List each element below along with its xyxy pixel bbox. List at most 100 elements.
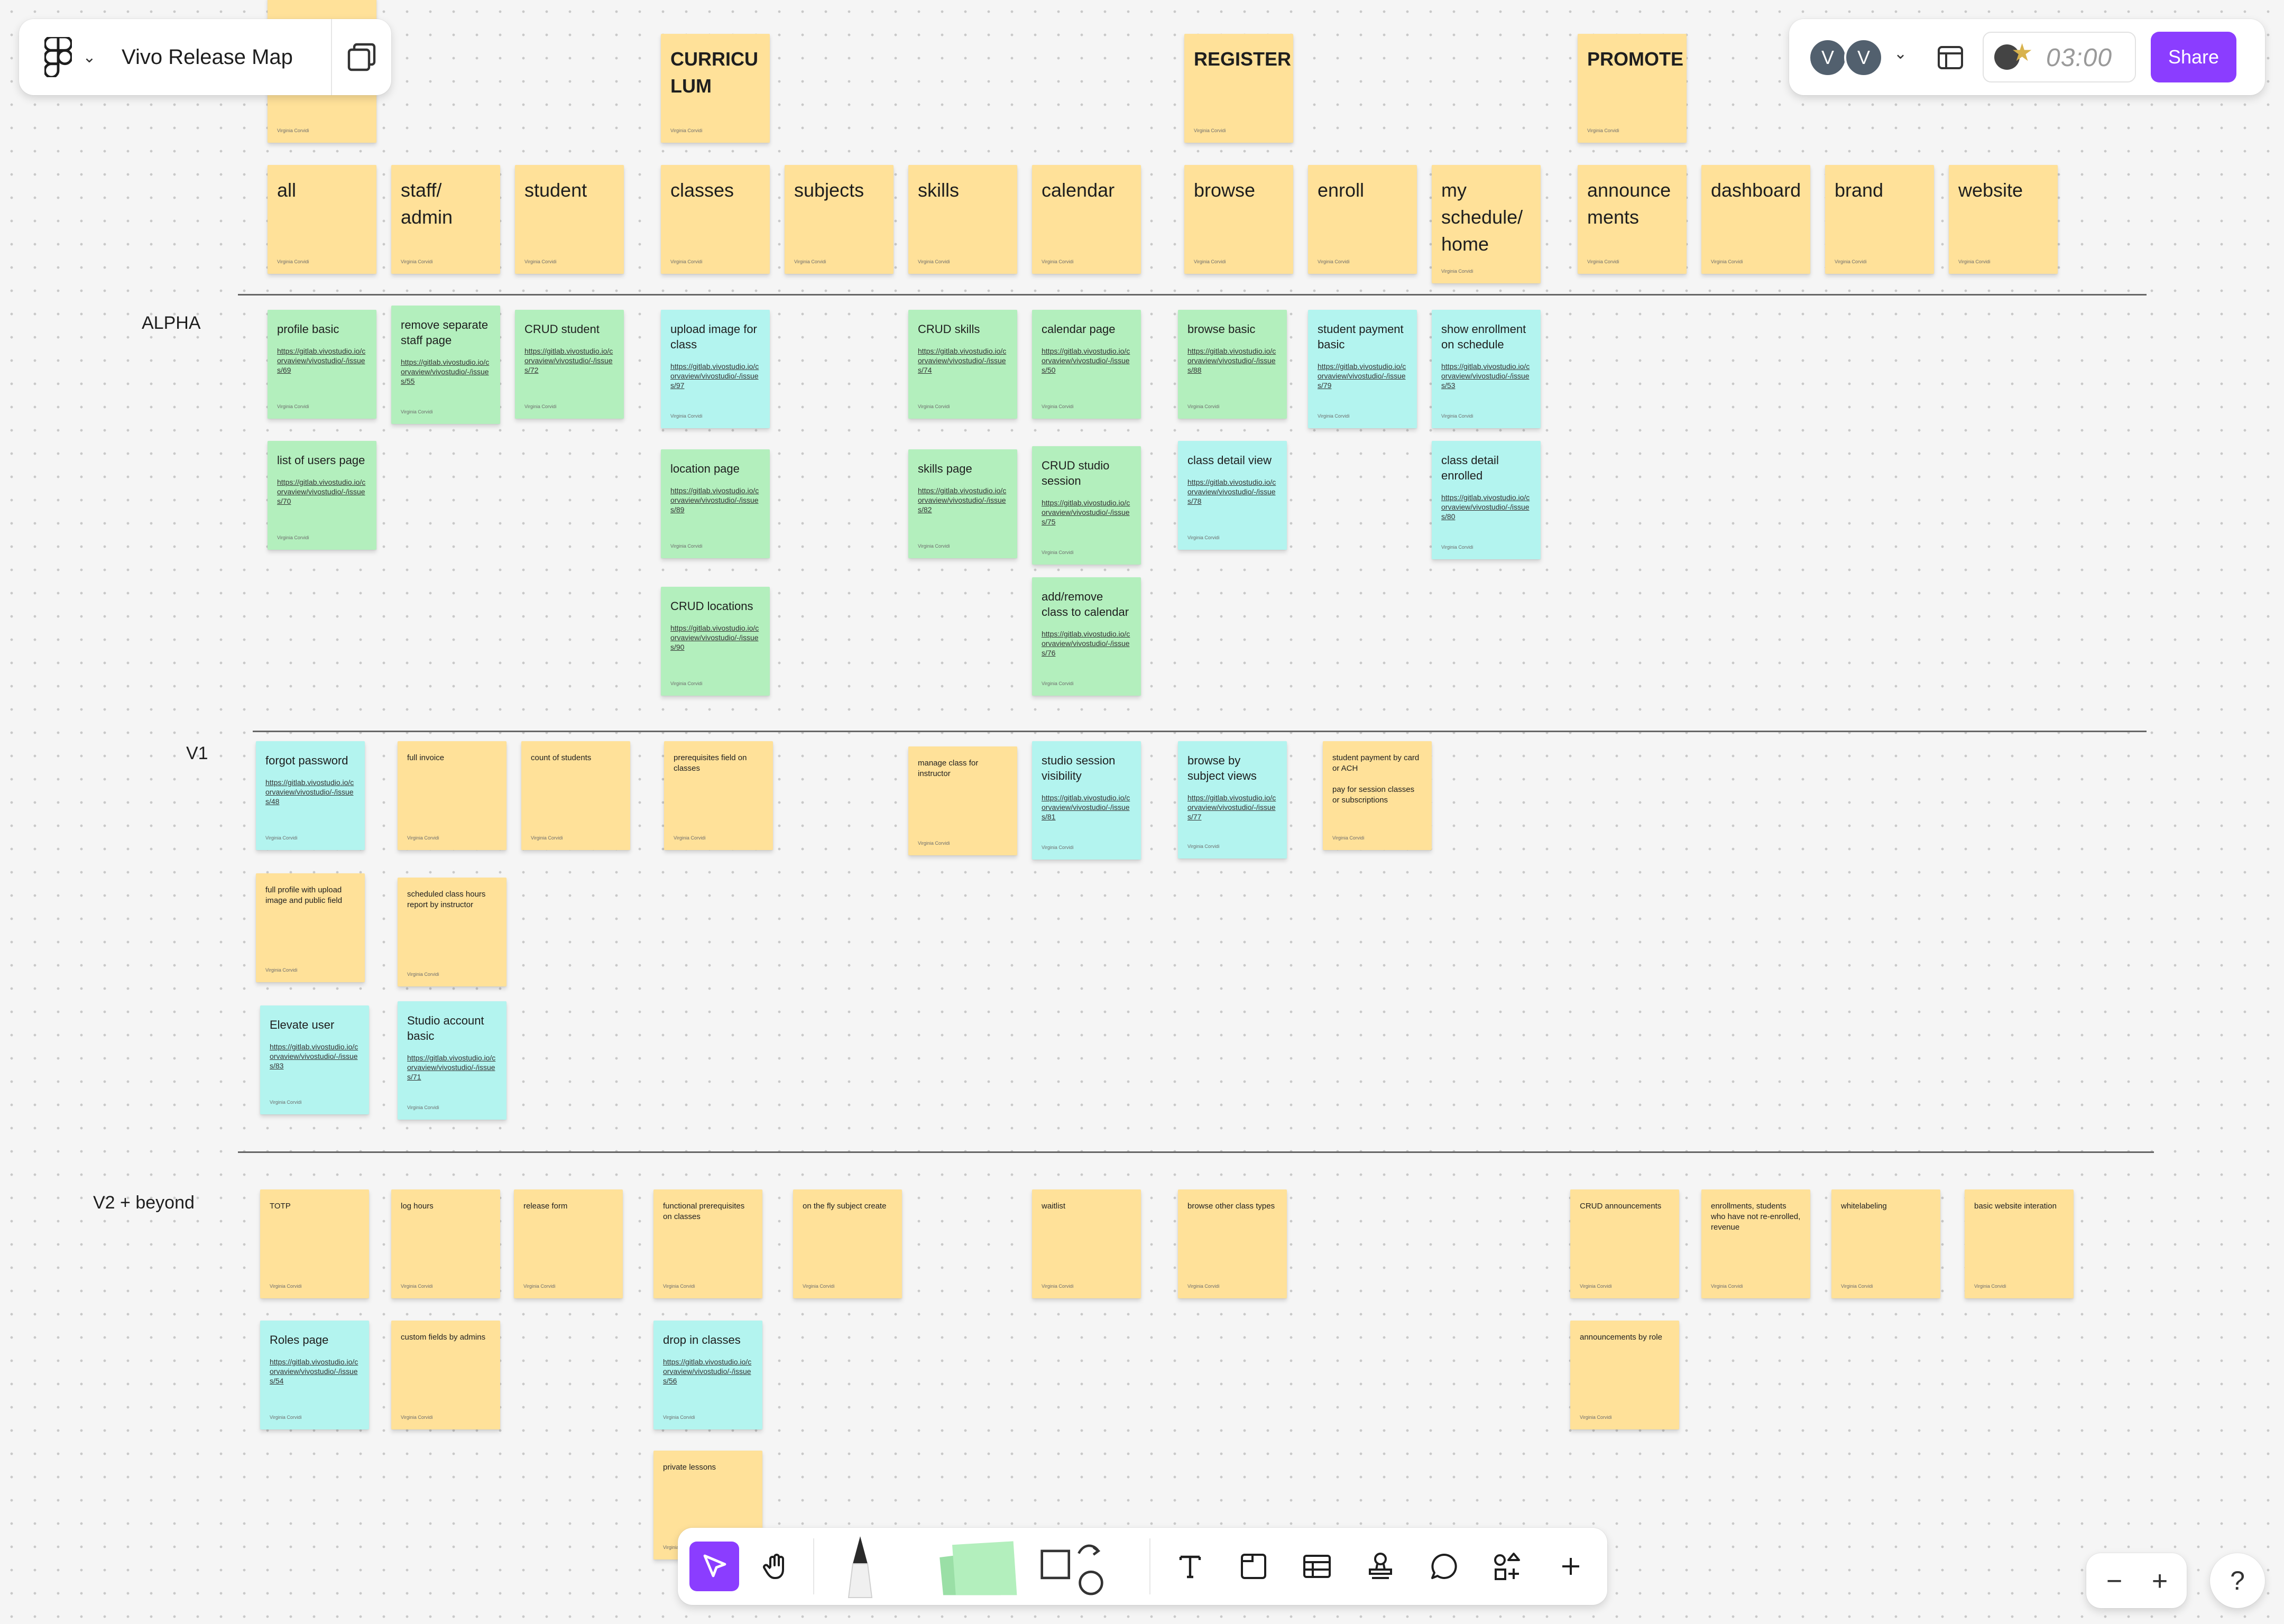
chevron-down-icon[interactable]: ⌄ (1894, 44, 1907, 63)
story-sticky[interactable]: custom fields by admins Virginia Corvidi (391, 1321, 500, 1429)
story-sticky[interactable]: TOTP Virginia Corvidi (260, 1189, 369, 1298)
issue-link[interactable]: https://gitlab.vivostudio.io/corvaview/v… (1187, 477, 1277, 506)
story-sticky[interactable]: whitelabeling Virginia Corvidi (1831, 1189, 1940, 1298)
issue-link[interactable]: https://gitlab.vivostudio.io/corvaview/v… (1318, 362, 1407, 390)
story-sticky[interactable]: scheduled class hours report by instruct… (398, 878, 506, 986)
widgets-tool[interactable] (1482, 1542, 1532, 1591)
story-sticky[interactable]: class detail view https://gitlab.vivostud… (1178, 441, 1287, 550)
category-sticky[interactable]: my schedule/ home Virginia Corvidi (1432, 165, 1541, 283)
story-sticky[interactable]: skills page https://gitlab.vivostudio.io/… (908, 449, 1017, 558)
story-sticky[interactable]: show enrollment on schedule https://gitla… (1432, 310, 1541, 428)
issue-link[interactable]: https://gitlab.vivostudio.io/corvaview/v… (277, 477, 367, 506)
file-title[interactable]: Vivo Release Map (122, 45, 293, 69)
story-sticky[interactable]: waitlist Virginia Corvidi (1032, 1189, 1141, 1298)
pages-icon[interactable] (335, 31, 388, 84)
category-sticky[interactable]: enroll Virginia Corvidi (1308, 165, 1417, 274)
story-sticky[interactable]: basic website interation Virginia Corvidi (1965, 1189, 2074, 1298)
story-sticky[interactable]: functional prerequisites on classes Virgi… (653, 1189, 762, 1298)
sticky-note-tool[interactable] (926, 1532, 1032, 1601)
story-sticky[interactable]: announcements by role Virginia Corvidi (1570, 1321, 1679, 1429)
story-sticky[interactable]: release form Virginia Corvidi (514, 1189, 623, 1298)
whiteboard-canvas[interactable]: Virginia Corvidi CURRICU LUM Virginia Co… (0, 0, 2284, 1624)
story-sticky[interactable]: class detail enrolled https://gitlab.vivo… (1432, 441, 1541, 559)
figma-logo-icon[interactable] (44, 36, 76, 78)
story-sticky[interactable]: manage class for instructor Virginia Corv… (908, 746, 1017, 855)
issue-link[interactable]: https://gitlab.vivostudio.io/corvaview/v… (265, 778, 355, 806)
select-tool[interactable] (689, 1542, 739, 1591)
table-tool[interactable] (1292, 1542, 1342, 1591)
issue-link[interactable]: https://gitlab.vivostudio.io/corvaview/v… (1042, 629, 1131, 658)
issue-link[interactable]: https://gitlab.vivostudio.io/corvaview/v… (670, 362, 760, 390)
issue-link[interactable]: https://gitlab.vivostudio.io/corvaview/v… (407, 1053, 497, 1082)
issue-link[interactable]: https://gitlab.vivostudio.io/corvaview/v… (918, 346, 1008, 375)
share-button[interactable]: Share (2151, 32, 2236, 82)
story-sticky[interactable]: prerequisites field on classes Virginia C… (664, 741, 773, 850)
story-sticky[interactable]: studio session visibility https://gitlab.… (1032, 741, 1141, 860)
story-sticky[interactable]: full profile with upload image and publi… (256, 873, 365, 982)
help-button[interactable]: ? (2210, 1553, 2265, 1608)
story-sticky[interactable]: add/remove class to calendar https://gitl… (1032, 577, 1141, 696)
story-sticky[interactable]: enrollments, students who have not re-en… (1701, 1189, 1810, 1298)
story-sticky[interactable]: forgot password https://gitlab.vivostudio… (256, 741, 365, 850)
story-sticky[interactable]: CRUD locations https://gitlab.vivostudio.… (661, 587, 770, 696)
story-sticky[interactable]: CRUD announcements Virginia Corvidi (1570, 1189, 1679, 1298)
issue-link[interactable]: https://gitlab.vivostudio.io/corvaview/v… (1042, 498, 1131, 527)
category-sticky[interactable]: classes Virginia Corvidi (661, 165, 770, 274)
category-sticky[interactable]: all Virginia Corvidi (268, 165, 376, 274)
story-sticky[interactable]: student payment basic https://gitlab.vivo… (1308, 310, 1417, 428)
story-sticky[interactable]: CRUD skills https://gitlab.vivostudio.io/… (908, 310, 1017, 419)
hand-tool[interactable] (752, 1542, 802, 1591)
issue-link[interactable]: https://gitlab.vivostudio.io/corvaview/v… (1042, 346, 1131, 375)
avatar[interactable]: V (1844, 38, 1883, 77)
section-header-sticky[interactable]: REGISTER Virginia Corvidi (1184, 34, 1293, 143)
story-sticky[interactable]: calendar page https://gitlab.vivostudio.i… (1032, 310, 1141, 419)
issue-link[interactable]: https://gitlab.vivostudio.io/corvaview/v… (1441, 493, 1531, 521)
section-header-sticky[interactable]: CURRICU LUM Virginia Corvidi (661, 34, 770, 143)
category-sticky[interactable]: brand Virginia Corvidi (1825, 165, 1934, 274)
issue-link[interactable]: https://gitlab.vivostudio.io/corvaview/v… (1441, 362, 1531, 390)
layout-icon[interactable] (1932, 39, 1969, 76)
category-sticky[interactable]: calendar Virginia Corvidi (1032, 165, 1141, 274)
story-sticky[interactable]: log hours Virginia Corvidi (391, 1189, 500, 1298)
story-sticky[interactable]: upload image for class https://gitlab.viv… (661, 310, 770, 428)
story-sticky[interactable]: drop in classes https://gitlab.vivostudio… (653, 1321, 762, 1429)
story-sticky[interactable]: browse by subject views https://gitlab.vi… (1178, 741, 1287, 859)
avatar[interactable]: V (1808, 38, 1847, 77)
section-tool[interactable] (1229, 1542, 1278, 1591)
issue-link[interactable]: https://gitlab.vivostudio.io/corvaview/v… (663, 1357, 753, 1386)
issue-link[interactable]: https://gitlab.vivostudio.io/corvaview/v… (670, 486, 760, 514)
issue-link[interactable]: https://gitlab.vivostudio.io/corvaview/v… (524, 346, 614, 375)
category-sticky[interactable]: skills Virginia Corvidi (908, 165, 1017, 274)
story-sticky[interactable]: Roles page https://gitlab.vivostudio.io/c… (260, 1321, 369, 1429)
category-sticky[interactable]: website Virginia Corvidi (1949, 165, 2058, 274)
category-sticky[interactable]: student Virginia Corvidi (515, 165, 624, 274)
chevron-down-icon[interactable]: ⌄ (81, 48, 97, 67)
story-sticky[interactable]: location page https://gitlab.vivostudio.i… (661, 449, 770, 558)
story-sticky[interactable]: full invoice Virginia Corvidi (398, 741, 506, 850)
story-sticky[interactable]: count of students Virginia Corvidi (521, 741, 630, 850)
zoom-out-button[interactable]: − (2096, 1563, 2133, 1600)
issue-link[interactable]: https://gitlab.vivostudio.io/corvaview/v… (401, 357, 491, 386)
text-tool[interactable] (1165, 1542, 1215, 1591)
story-sticky[interactable]: CRUD studio session https://gitlab.vivost… (1032, 446, 1141, 565)
category-sticky[interactable]: announce ments Virginia Corvidi (1578, 165, 1687, 274)
pen-tool[interactable] (826, 1530, 895, 1602)
story-sticky[interactable]: browse basic https://gitlab.vivostudio.io… (1178, 310, 1287, 419)
issue-link[interactable]: https://gitlab.vivostudio.io/corvaview/v… (1042, 793, 1131, 822)
story-sticky[interactable]: remove separate staff page https://gitlab… (391, 306, 500, 424)
issue-link[interactable]: https://gitlab.vivostudio.io/corvaview/v… (270, 1042, 360, 1071)
section-header-sticky[interactable]: PROMOTE Virginia Corvidi (1578, 34, 1687, 143)
story-sticky[interactable]: browse other class types Virginia Corvidi (1178, 1189, 1287, 1298)
story-sticky[interactable]: student payment by card or ACH pay for s… (1323, 741, 1432, 850)
issue-link[interactable]: https://gitlab.vivostudio.io/corvaview/v… (918, 486, 1008, 514)
stamp-tool[interactable] (1356, 1542, 1405, 1591)
category-sticky[interactable]: staff/ admin Virginia Corvidi (391, 165, 500, 274)
story-sticky[interactable]: Studio account basic https://gitlab.vivos… (398, 1001, 506, 1120)
category-sticky[interactable]: subjects Virginia Corvidi (785, 165, 894, 274)
story-sticky[interactable]: CRUD student https://gitlab.vivostudio.io… (515, 310, 624, 419)
story-sticky[interactable]: profile basic https://gitlab.vivostudio.i… (268, 310, 376, 419)
issue-link[interactable]: https://gitlab.vivostudio.io/corvaview/v… (277, 346, 367, 375)
issue-link[interactable]: https://gitlab.vivostudio.io/corvaview/v… (1187, 346, 1277, 375)
more-tool[interactable] (1546, 1542, 1596, 1591)
category-sticky[interactable]: browse Virginia Corvidi (1184, 165, 1293, 274)
